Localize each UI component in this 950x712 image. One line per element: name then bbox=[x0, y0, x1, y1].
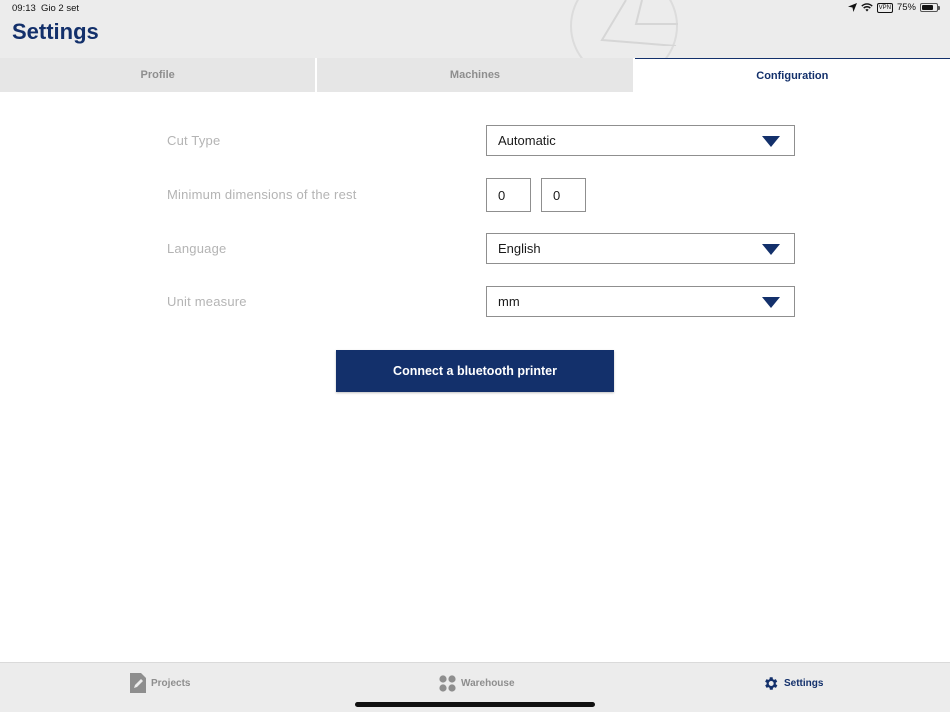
grid-dots-icon bbox=[439, 674, 456, 692]
status-time: 09:13 bbox=[12, 3, 36, 14]
dropdown-arrow-icon bbox=[762, 297, 780, 308]
language-value: English bbox=[498, 241, 541, 256]
min-dimensions-label: Minimum dimensions of the rest bbox=[167, 187, 357, 202]
battery-level bbox=[922, 5, 933, 10]
unit-measure-value: mm bbox=[498, 294, 520, 309]
cut-type-row: Cut Type Automatic bbox=[0, 125, 950, 157]
status-indicators: VPN 75% bbox=[847, 2, 940, 13]
home-indicator bbox=[355, 702, 595, 707]
vpn-badge: VPN bbox=[876, 2, 893, 13]
min-dimension-height-input[interactable] bbox=[541, 178, 586, 212]
unit-measure-label: Unit measure bbox=[167, 294, 247, 309]
unit-measure-row: Unit measure mm bbox=[0, 286, 950, 318]
battery-percent: 75% bbox=[896, 2, 916, 13]
unit-measure-select[interactable]: mm bbox=[486, 286, 795, 317]
language-label: Language bbox=[167, 241, 227, 256]
nav-projects-label: Projects bbox=[151, 677, 191, 689]
dropdown-arrow-icon bbox=[762, 136, 780, 147]
cut-type-label: Cut Type bbox=[167, 133, 221, 148]
language-select[interactable]: English bbox=[486, 233, 795, 264]
nav-settings[interactable]: Settings bbox=[762, 673, 823, 693]
min-dimensions-row: Minimum dimensions of the rest bbox=[0, 178, 950, 212]
nav-settings-label: Settings bbox=[784, 677, 824, 689]
language-row: Language English bbox=[0, 233, 950, 265]
connect-bluetooth-printer-button[interactable]: Connect a bluetooth printer bbox=[336, 350, 614, 392]
dropdown-arrow-icon bbox=[762, 244, 780, 255]
nav-projects[interactable]: Projects bbox=[130, 673, 190, 693]
nav-warehouse-label: Warehouse bbox=[461, 677, 515, 689]
status-bar: 09:13 Gio 2 set VPN 75% bbox=[0, 0, 950, 16]
cut-type-select[interactable]: Automatic bbox=[486, 125, 795, 156]
gear-icon bbox=[765, 676, 778, 690]
settings-tabs: Profile Machines Configuration bbox=[0, 58, 950, 92]
tab-machines[interactable]: Machines bbox=[317, 58, 635, 92]
status-date: Gio 2 set bbox=[41, 3, 80, 14]
header: 09:13 Gio 2 set VPN 75% Settings bbox=[0, 0, 950, 58]
nav-warehouse[interactable]: Warehouse bbox=[439, 673, 515, 693]
location-arrow-icon bbox=[847, 3, 857, 12]
wifi-icon bbox=[860, 3, 873, 12]
min-dimension-width-input[interactable] bbox=[486, 178, 531, 212]
page-title: Settings bbox=[12, 19, 99, 44]
tab-profile[interactable]: Profile bbox=[0, 58, 318, 92]
tab-configuration[interactable]: Configuration bbox=[634, 58, 950, 92]
cut-type-value: Automatic bbox=[498, 133, 556, 148]
document-edit-icon bbox=[130, 673, 146, 693]
battery-icon bbox=[920, 3, 940, 12]
battery-tip bbox=[938, 6, 940, 10]
